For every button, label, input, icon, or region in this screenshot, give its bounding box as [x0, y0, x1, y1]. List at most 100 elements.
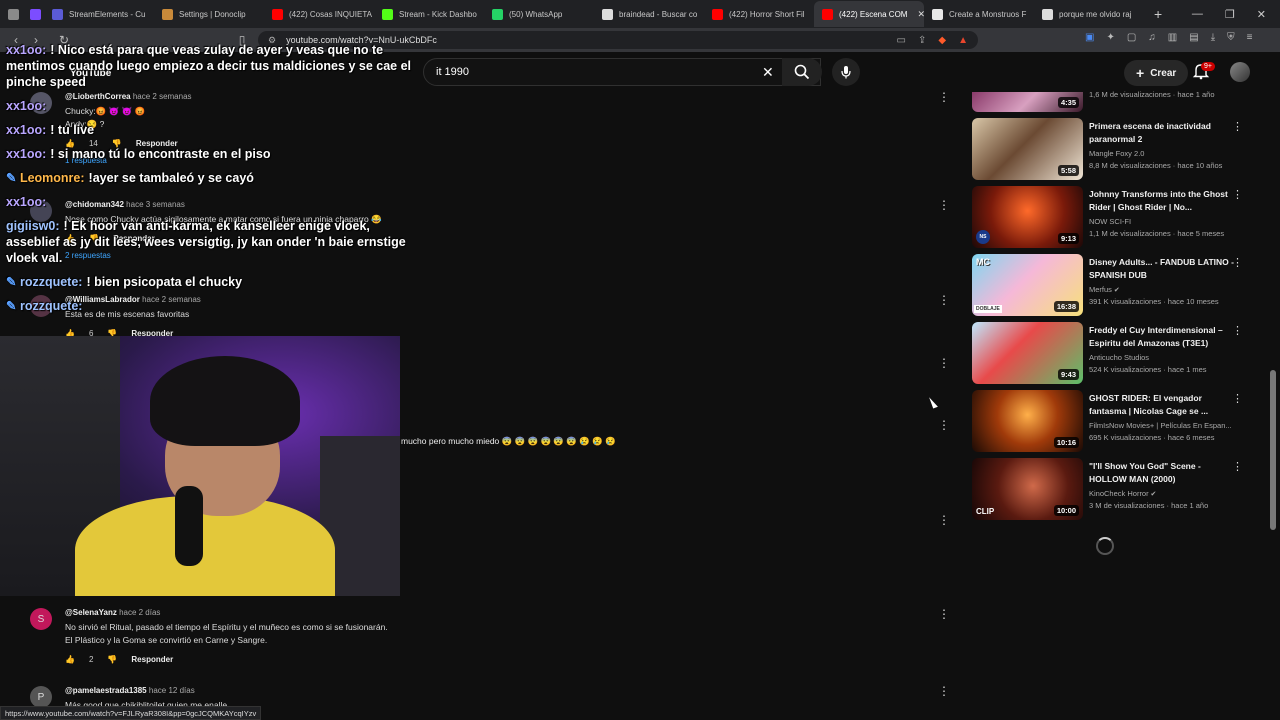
- browser-tab[interactable]: Create a Monstruos F: [924, 1, 1034, 27]
- chat-username: xx1oo:: [6, 147, 47, 161]
- video-duration: 9:13: [1057, 233, 1079, 244]
- recommended-video[interactable]: 10:00 CLIP "I'll Show You God" Scene - HOL…: [972, 458, 1252, 526]
- video-menu-icon[interactable]: ⋮: [1232, 188, 1243, 201]
- page-scrollbar[interactable]: [1270, 370, 1276, 530]
- minimize-icon[interactable]: —: [1192, 8, 1203, 21]
- video-title[interactable]: Freddy el Cuy Interdimensional – Espirit…: [1089, 324, 1239, 350]
- video-menu-icon[interactable]: ⋮: [1232, 256, 1243, 269]
- comment-handle[interactable]: @SelenaYanz: [65, 608, 117, 617]
- voice-search-button[interactable]: [832, 58, 860, 86]
- clear-search-icon[interactable]: ✕: [762, 64, 774, 81]
- comment-avatar[interactable]: S: [30, 608, 52, 630]
- sidebar-icon[interactable]: ▥: [1168, 32, 1177, 43]
- comment-menu-icon[interactable]: ⋮: [938, 198, 950, 212]
- video-thumbnail[interactable]: 16:38 MC DOBLAJE: [972, 254, 1083, 316]
- browser-tab[interactable]: Settings | Donoclip: [154, 1, 264, 27]
- recommended-video[interactable]: 4:35 1,6 M de visualizaciones · hace 1 añ…: [972, 90, 1252, 118]
- browser-tab[interactable]: (422) Cosas INQUIETA: [264, 1, 374, 27]
- recommended-video[interactable]: 9:43 Freddy el Cuy Interdimensional – Esp…: [972, 322, 1252, 390]
- browser-tab[interactable]: Stream - Kick Dashbo: [374, 1, 484, 27]
- channel-name[interactable]: NOW SCI-FI: [1089, 217, 1239, 226]
- video-thumbnail[interactable]: 10:16: [972, 390, 1083, 452]
- media-icon[interactable]: ♫: [1148, 32, 1156, 43]
- cast-icon[interactable]: ▭: [897, 35, 906, 46]
- channel-name[interactable]: Merfus ✔: [1089, 285, 1239, 294]
- comment-menu-icon[interactable]: ⋮: [938, 293, 950, 307]
- video-menu-icon[interactable]: ⋮: [1232, 392, 1243, 405]
- video-menu-icon[interactable]: ⋮: [1232, 324, 1243, 337]
- comment-menu-icon[interactable]: ⋮: [938, 418, 950, 432]
- browser-tab[interactable]: [0, 1, 22, 27]
- video-menu-icon[interactable]: ⋮: [1232, 460, 1243, 473]
- tab-favicon-icon: [52, 8, 63, 20]
- menu-icon[interactable]: ≡: [1247, 32, 1253, 43]
- tab-favicon-icon: [492, 8, 503, 20]
- search-button[interactable]: [782, 58, 822, 86]
- share-icon[interactable]: ⇪: [918, 35, 926, 46]
- video-title[interactable]: Disney Adults... - FANDUB LATINO - SPANI…: [1089, 256, 1239, 282]
- tab-favicon-icon: [162, 8, 173, 20]
- chat-badge-icon: ✎: [6, 299, 20, 313]
- chat-username: rozzquete:: [19, 299, 83, 313]
- link-status-bar: https://www.youtube.com/watch?v=FJLRyaR3…: [0, 706, 262, 720]
- translate-icon[interactable]: ▣: [1085, 32, 1094, 43]
- screenshot-icon[interactable]: ▢: [1127, 32, 1136, 43]
- comment-handle[interactable]: @pamelaestrada1385: [65, 686, 147, 695]
- dislike-icon[interactable]: 👎: [107, 655, 117, 664]
- video-thumbnail[interactable]: 9:13 NS: [972, 186, 1083, 248]
- recommended-video[interactable]: 9:13 NS Johnny Transforms into the Ghost R…: [972, 186, 1252, 254]
- browser-tab[interactable]: StreamElements - Cu: [44, 1, 154, 27]
- video-thumbnail[interactable]: 10:00 CLIP: [972, 458, 1083, 520]
- comment-time[interactable]: hace 2 días: [119, 608, 160, 617]
- like-icon[interactable]: 👍: [65, 655, 75, 664]
- video-thumbnail[interactable]: 9:43: [972, 322, 1083, 384]
- comment-menu-icon[interactable]: ⋮: [938, 607, 950, 621]
- extension-icon[interactable]: ✦: [1106, 32, 1114, 43]
- brave-shield-icon[interactable]: ◆: [938, 35, 946, 46]
- comment-menu-icon[interactable]: ⋮: [938, 684, 950, 698]
- channel-name[interactable]: Anticucho Studios: [1089, 353, 1239, 362]
- recommended-video[interactable]: 16:38 MC DOBLAJE Disney Adults... - FANDUB …: [972, 254, 1252, 322]
- video-menu-icon[interactable]: ⋮: [1232, 120, 1243, 133]
- comment-menu-icon[interactable]: ⋮: [938, 90, 950, 104]
- wallet-icon[interactable]: ▤: [1189, 32, 1198, 43]
- comment-time[interactable]: hace 12 días: [149, 686, 195, 695]
- recommended-video[interactable]: 5:58 Primera escena de inactividad parano…: [972, 118, 1252, 186]
- channel-name[interactable]: FilmIsNow Movies+ | Películas En Espan..…: [1089, 421, 1239, 430]
- restore-icon[interactable]: ❐: [1225, 8, 1235, 21]
- video-title[interactable]: Johnny Transforms into the Ghost Rider |…: [1089, 188, 1239, 214]
- video-meta: 524 K visualizaciones · hace 1 mes: [1089, 365, 1207, 374]
- comment-avatar[interactable]: P: [30, 686, 52, 708]
- tab-title: (422) Escena COM: [839, 9, 908, 19]
- browser-tab[interactable]: (422) Horror Short Fil: [704, 1, 814, 27]
- account-avatar[interactable]: [1230, 62, 1250, 82]
- video-thumbnail[interactable]: 5:58: [972, 118, 1083, 180]
- tab-favicon-icon: [932, 8, 943, 20]
- video-title[interactable]: GHOST RIDER: El vengador fantasma | Nico…: [1089, 392, 1239, 418]
- comment-menu-icon[interactable]: ⋮: [938, 356, 950, 370]
- browser-tab[interactable]: braindead - Buscar co: [594, 1, 704, 27]
- create-button[interactable]: + Crear: [1124, 60, 1189, 86]
- clip-label: CLIP: [976, 507, 995, 516]
- channel-name[interactable]: KinoCheck Horror ✔: [1089, 489, 1239, 498]
- video-thumbnail[interactable]: 4:35: [972, 92, 1083, 112]
- rewards-icon[interactable]: ▲: [958, 35, 968, 46]
- browser-tab[interactable]: porque me olvido raj: [1034, 1, 1144, 27]
- video-title[interactable]: Primera escena de inactividad paranormal…: [1089, 120, 1239, 146]
- comment-menu-icon[interactable]: ⋮: [938, 513, 950, 527]
- download-icon[interactable]: ⤓: [1211, 32, 1215, 43]
- video-info: Primera escena de inactividad paranormal…: [1089, 120, 1239, 170]
- new-tab-icon[interactable]: +: [1144, 6, 1172, 22]
- channel-name[interactable]: Mangle Foxy 2.0: [1089, 149, 1239, 158]
- close-window-icon[interactable]: ✕: [1257, 8, 1266, 21]
- vpn-icon[interactable]: ⛨: [1227, 32, 1235, 43]
- browser-tab[interactable]: (50) WhatsApp: [484, 1, 594, 27]
- reply-button[interactable]: Responder: [131, 655, 173, 664]
- browser-tab[interactable]: [22, 1, 44, 27]
- recommended-video[interactable]: 10:16 GHOST RIDER: El vengador fantasma |…: [972, 390, 1252, 458]
- like-count: 2: [88, 655, 94, 664]
- video-title[interactable]: "I'll Show You God" Scene - HOLLOW MAN (…: [1089, 460, 1239, 486]
- microphone: [175, 486, 203, 566]
- browser-tab[interactable]: (422) Escena COM ✕: [814, 1, 924, 27]
- video-info: Disney Adults... - FANDUB LATINO - SPANI…: [1089, 256, 1239, 306]
